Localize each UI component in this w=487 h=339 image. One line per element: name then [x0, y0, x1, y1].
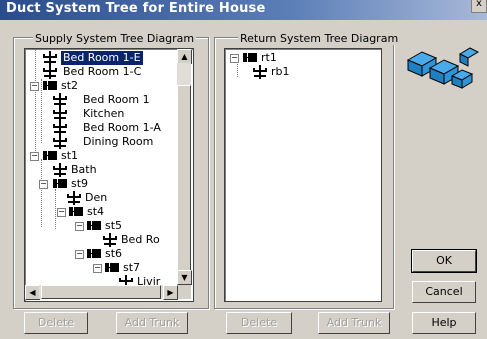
tree-item-label: Den [85, 191, 108, 204]
tree-item-label: rb1 [271, 65, 290, 78]
supply-add-trunk-button[interactable]: Add Trunk [116, 312, 188, 334]
supply-tree-panel[interactable]: Bed Room 1-E Bed Room 1-C − st2 Bed Room… [24, 48, 194, 302]
list-item[interactable]: Dining Room [29, 135, 189, 149]
tree-item-label: st1 [61, 149, 79, 162]
collapse-icon[interactable]: − [57, 208, 66, 217]
window-title: Duct System Tree for Entire House [6, 1, 266, 16]
tree-item-label: st5 [105, 219, 123, 232]
tree-item-label: Bath [71, 163, 97, 176]
list-item[interactable]: Bed Room 1 [29, 93, 189, 107]
tree-item-label: Bed Ro [121, 233, 160, 246]
tree-item-label: Kitchen [83, 107, 125, 120]
tree-item-label: Bed Room 1-C [63, 65, 142, 78]
trunk-icon [87, 221, 101, 230]
list-item[interactable]: − st7 [29, 261, 189, 275]
return-delete-button[interactable]: Delete [226, 312, 292, 334]
list-item[interactable]: − st9 [29, 177, 189, 191]
trunk-icon [69, 207, 83, 216]
list-item[interactable]: − st1 [29, 149, 189, 163]
trunk-icon [87, 249, 101, 258]
tree-item-label: Bed Room 1-A [83, 121, 161, 134]
tree-item-label: Dining Room [83, 135, 154, 148]
tree-item-label: Bed Room 1 [83, 93, 150, 106]
trunk-icon [105, 263, 119, 272]
return-add-trunk-button[interactable]: Add Trunk [318, 312, 390, 334]
collapse-icon[interactable]: − [30, 152, 39, 161]
return-tree-panel[interactable]: − rt1 rb1 [224, 48, 382, 302]
duct-icon [43, 51, 57, 65]
duct-icon [43, 65, 57, 79]
tree-item-label: st4 [87, 205, 105, 218]
tree-item-label: st7 [123, 261, 141, 274]
help-button[interactable]: Help [412, 312, 476, 334]
supply-horizontal-scrollbar[interactable]: ◀ ▶ [25, 285, 191, 300]
collapse-icon[interactable]: − [30, 82, 39, 91]
list-item[interactable]: rb1 [229, 65, 377, 79]
cancel-button[interactable]: Cancel [412, 281, 476, 303]
collapse-icon[interactable]: − [75, 250, 84, 259]
duct-icon [53, 107, 67, 121]
list-item[interactable]: Bath [29, 163, 189, 177]
scroll-down-icon[interactable]: ▼ [177, 270, 192, 285]
scroll-up-icon[interactable]: ▲ [177, 49, 192, 64]
duct-icon [53, 93, 67, 107]
list-item[interactable]: − st2 [29, 79, 189, 93]
list-item[interactable]: − st5 [29, 219, 189, 233]
collapse-icon[interactable]: − [93, 264, 102, 273]
list-item[interactable]: Bed Room 1-A [29, 121, 189, 135]
collapse-icon[interactable]: − [75, 222, 84, 231]
trunk-icon [43, 81, 57, 90]
duct-icon [253, 65, 267, 79]
supply-vertical-scrollbar[interactable]: ▲ ▼ [177, 49, 192, 285]
trunk-icon [243, 53, 257, 62]
scroll-left-icon[interactable]: ◀ [25, 285, 40, 300]
list-item[interactable]: Den [29, 191, 189, 205]
duct-icon [53, 163, 67, 177]
supply-title: Supply System Tree Diagram [33, 32, 197, 45]
trunk-icon [53, 179, 67, 188]
duct-system-logo [400, 40, 480, 100]
scroll-right-icon[interactable]: ▶ [163, 285, 178, 300]
close-icon[interactable]: x [471, 0, 487, 13]
scroll-thumb[interactable] [177, 85, 191, 271]
list-item[interactable]: Bed Room 1-C [29, 65, 189, 79]
list-item[interactable]: Kitchen [29, 107, 189, 121]
scroll-thumb[interactable] [41, 285, 161, 299]
duct-icon [103, 233, 117, 247]
collapse-icon[interactable]: − [230, 54, 239, 63]
tree-item-label: st6 [105, 247, 123, 260]
tree-item-label: st9 [71, 177, 89, 190]
duct-icon [53, 135, 67, 149]
list-item[interactable]: − st4 [29, 205, 189, 219]
duct-icon [67, 191, 81, 205]
title-bar[interactable]: Duct System Tree for Entire House x [0, 0, 487, 20]
list-item[interactable]: Bed Room 1-E [29, 50, 189, 66]
return-title: Return System Tree Diagram [238, 32, 401, 45]
list-item[interactable]: − rt1 [229, 51, 377, 65]
list-item[interactable]: − st6 [29, 247, 189, 261]
tree-item-label: Bed Room 1-E [60, 50, 144, 66]
duct-icon [53, 121, 67, 135]
ok-button[interactable]: OK [411, 249, 477, 273]
duct-tree-dialog: Duct System Tree for Entire House x Supp… [0, 0, 487, 339]
collapse-icon[interactable]: − [39, 180, 48, 189]
supply-delete-button[interactable]: Delete [24, 312, 88, 334]
tree-item-label: st2 [61, 79, 79, 92]
trunk-icon [43, 151, 57, 160]
list-item[interactable]: Bed Ro [29, 233, 189, 247]
tree-item-label: rt1 [261, 51, 277, 64]
